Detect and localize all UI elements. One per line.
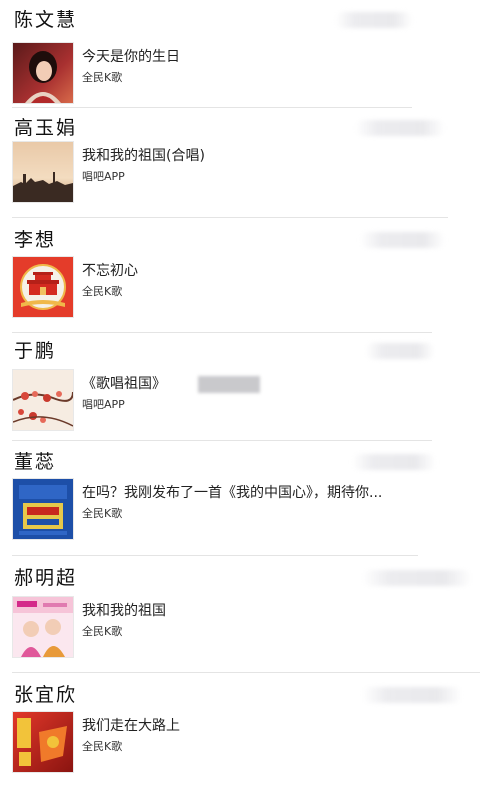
song-source: 全民K歌 (82, 507, 123, 520)
song-share-card[interactable]: 我和我的祖国 全民K歌 (12, 596, 432, 658)
song-share-card[interactable]: 不忘初心 全民K歌 (12, 256, 432, 318)
author-name[interactable]: 高玉娟 (14, 116, 77, 140)
song-title: 今天是你的生日 (82, 49, 180, 65)
song-source: 全民K歌 (82, 740, 123, 753)
author-name[interactable]: 陈文慧 (14, 8, 77, 32)
song-title: 我和我的祖国 (82, 603, 166, 619)
sunset-thumb-icon (12, 141, 74, 203)
song-source: 全民K歌 (82, 625, 123, 638)
divider (12, 217, 448, 218)
divider (12, 440, 432, 441)
album-blue-thumb-icon (12, 478, 74, 540)
blurred-timestamp (355, 120, 445, 136)
song-source: 全民K歌 (82, 71, 123, 84)
song-source: 唱吧APP (82, 170, 125, 183)
song-share-card[interactable]: 我和我的祖国(合唱) 唱吧APP (12, 141, 432, 203)
song-title: 不忘初心 (82, 263, 138, 279)
gate-thumb-icon (12, 256, 74, 318)
song-share-card[interactable]: 《歌唱祖国》 唱吧APP (12, 369, 432, 431)
blurred-timestamp (360, 232, 445, 248)
album-poster-thumb-icon (12, 596, 74, 658)
blurred-timestamp (362, 570, 472, 586)
divider (12, 107, 412, 108)
album-red-thumb-icon (12, 711, 74, 773)
song-share-card[interactable]: 在吗？我刚发布了一首《我的中国心》，期待你... 全民K歌 (12, 478, 432, 540)
song-share-card[interactable]: 我们走在大路上 全民K歌 (12, 711, 432, 773)
song-source: 全民K歌 (82, 285, 123, 298)
author-name[interactable]: 张宜欣 (14, 683, 77, 707)
song-title: 我们走在大路上 (82, 718, 180, 734)
divider (12, 672, 480, 673)
song-title: 《歌唱祖国》 (82, 376, 166, 392)
blurred-timestamp (362, 687, 462, 703)
song-source: 唱吧APP (82, 398, 125, 411)
portrait-thumb-icon (12, 42, 74, 104)
divider (12, 332, 432, 333)
blurred-timestamp (335, 12, 413, 28)
blurred-text (198, 376, 260, 393)
author-name[interactable]: 李想 (14, 228, 56, 252)
song-title: 我和我的祖国(合唱) (82, 148, 205, 164)
author-name[interactable]: 于鹏 (14, 339, 56, 363)
divider (12, 555, 418, 556)
author-name[interactable]: 董蕊 (14, 450, 56, 474)
blurred-timestamp (365, 343, 435, 359)
author-name[interactable]: 郝明超 (14, 566, 77, 590)
song-title: 在吗？我刚发布了一首《我的中国心》，期待你... (82, 485, 383, 501)
blurred-timestamp (352, 454, 436, 470)
flower-thumb-icon (12, 369, 74, 431)
song-share-card[interactable]: 今天是你的生日 全民K歌 (12, 42, 432, 104)
share-feed: 陈文慧 今天是你的生日 全民K歌 高玉娟 我和我的祖国(合唱) 唱吧APP 李想… (0, 0, 483, 787)
